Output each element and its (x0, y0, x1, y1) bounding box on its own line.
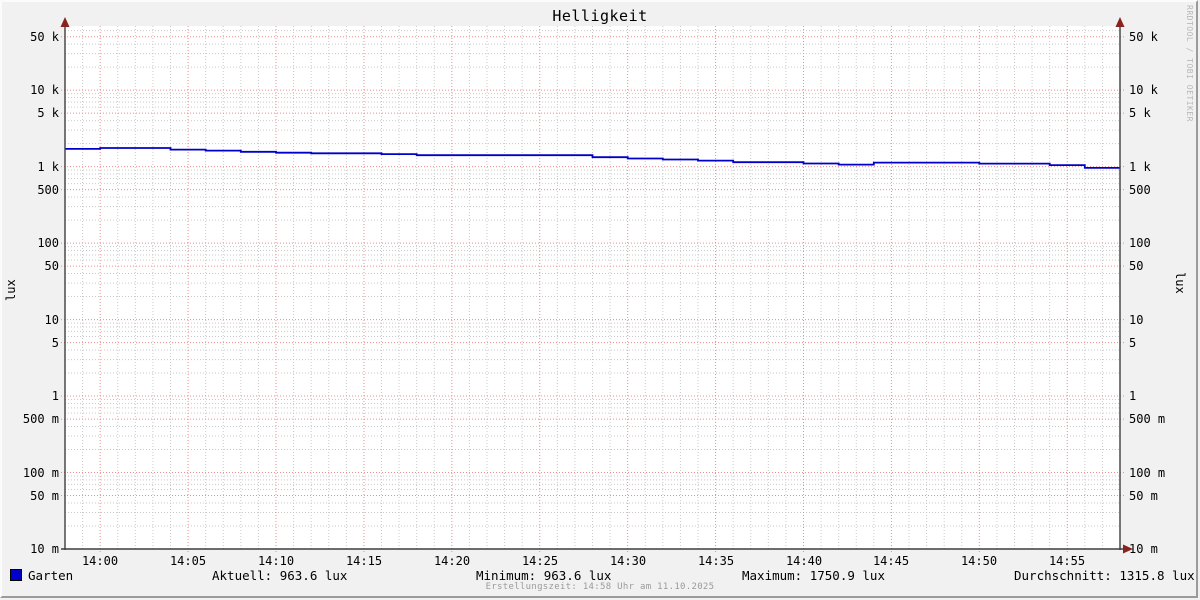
y-tick-label-right: 500 (1129, 183, 1151, 197)
rrdtool-graph-screenshot: { "title": "Helligkeit", "watermark": "R… (0, 0, 1200, 600)
y-tick-label-left: 500 (37, 183, 59, 197)
y-tick-label-right: 50 (1129, 259, 1144, 273)
y-tick-label-left: 10 k (30, 83, 59, 97)
x-tick-label: 14:45 (872, 554, 910, 568)
y-axis-unit-right: lux (1173, 272, 1187, 294)
x-tick-label: 14:40 (785, 554, 823, 568)
legend-series-label: Garten (28, 568, 74, 583)
x-tick-label: 14:55 (1048, 554, 1086, 568)
y-tick-label-left: 10 m (30, 542, 59, 556)
y-tick-label-left: 1 (51, 389, 59, 403)
y-tick-label-right: 100 (1129, 236, 1151, 250)
chart-canvas (60, 17, 1133, 554)
x-tick-label: 14:50 (960, 554, 998, 568)
creation-timestamp: Erstellungszeit: 14:58 Uhr am 11.10.2025 (485, 582, 715, 592)
x-tick-label: 14:30 (609, 554, 647, 568)
y-tick-label-right: 1 k (1129, 160, 1151, 174)
y-tick-label-right: 500 m (1129, 412, 1166, 426)
y-tick-label-right: 1 (1129, 389, 1137, 403)
legend-stat: Maximum: 1750.9 lux (742, 568, 885, 583)
y-tick-label-left: 10 (44, 313, 59, 327)
y-tick-label-right: 50 m (1129, 489, 1158, 503)
x-tick-label: 14:00 (81, 554, 119, 568)
y-axis-unit-left: lux (4, 279, 18, 301)
legend-stat: Minimum: 963.6 lux (476, 568, 612, 583)
rrdtool-watermark: RRDTOOL / TOBI OETIKER (1185, 5, 1194, 122)
legend-stat: Aktuell: 963.6 lux (212, 568, 348, 583)
x-tick-label: 14:20 (433, 554, 471, 568)
x-tick-label: 14:25 (521, 554, 559, 568)
y-tick-label-left: 50 m (30, 489, 59, 503)
y-tick-label-left: 1 k (37, 160, 59, 174)
y-tick-label-left: 500 m (22, 412, 59, 426)
y-tick-label-right: 50 k (1129, 30, 1158, 44)
x-tick-label: 14:35 (697, 554, 735, 568)
x-tick-label: 14:10 (257, 554, 295, 568)
y-tick-label-right: 10 k (1129, 83, 1158, 97)
y-tick-label-left: 50 (44, 259, 59, 273)
x-tick-label: 14:15 (345, 554, 383, 568)
y-tick-label-left: 100 (37, 236, 59, 250)
y-tick-label-right: 10 m (1129, 542, 1158, 556)
y-tick-label-left: 5 (51, 336, 59, 350)
chart-title: Helligkeit (552, 7, 648, 25)
y-tick-label-right: 5 k (1129, 106, 1151, 120)
y-tick-label-left: 50 k (30, 30, 59, 44)
legend-color-swatch (10, 569, 22, 581)
y-tick-label-left: 100 m (22, 466, 59, 480)
y-tick-label-right: 10 (1129, 313, 1144, 327)
x-tick-label: 14:05 (169, 554, 207, 568)
y-tick-label-left: 5 k (37, 106, 59, 120)
y-tick-label-right: 5 (1129, 336, 1137, 350)
legend-stat: Durchschnitt: 1315.8 lux (1014, 568, 1195, 583)
y-tick-label-right: 100 m (1129, 466, 1166, 480)
